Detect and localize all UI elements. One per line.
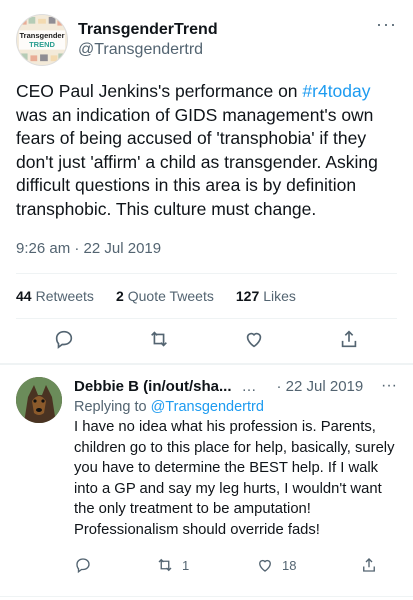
- quote-tweets-stat[interactable]: 2 Quote Tweets: [116, 288, 214, 304]
- logo-text-bottom: TREND: [29, 40, 55, 49]
- replying-to: Replying to @Transgendertrd: [74, 399, 397, 415]
- reply-date[interactable]: · 22 Jul 2019: [277, 377, 364, 397]
- retweets-label: Retweets: [35, 288, 94, 304]
- tweet-author[interactable]: Transgender TREND TransgenderTrend @Tran…: [16, 12, 397, 68]
- reply-text: I have no idea what his profession is. P…: [74, 419, 395, 538]
- reply-like-button[interactable]: 18: [256, 556, 360, 574]
- reply-like-count: 18: [282, 557, 297, 573]
- hashtag-link[interactable]: #r4today: [302, 81, 370, 101]
- tweet-text-end: was an indication of GIDS management's o…: [16, 104, 378, 219]
- tweet-text-start: CEO Paul Jenkins's performance on: [16, 81, 303, 101]
- dog-photo-icon: [16, 377, 62, 423]
- reply-name-truncation: …: [241, 378, 257, 395]
- avatar[interactable]: Transgender TREND: [16, 14, 68, 66]
- tweet-text: CEO Paul Jenkins's performance on #r4tod…: [16, 80, 397, 221]
- replying-handle-link[interactable]: @Transgendertrd: [151, 399, 264, 415]
- reply-icon[interactable]: [52, 327, 76, 351]
- reply-share-button[interactable]: [360, 556, 378, 574]
- logo-text-top: Transgender: [19, 31, 65, 40]
- likes-stat[interactable]: 127 Likes: [236, 288, 296, 304]
- likes-count: 127: [235, 288, 260, 304]
- quote-tweets-label: Quote Tweets: [127, 288, 214, 304]
- reply-tweet: Debbie B (in/out/sha... … · 22 Jul 2019 …: [0, 365, 413, 584]
- tweet-actions: [0, 319, 413, 363]
- retweet-icon[interactable]: [147, 327, 171, 351]
- replying-prefix: Replying to: [74, 399, 151, 415]
- share-icon: [363, 558, 375, 572]
- reply-more-options-icon[interactable]: ···: [381, 377, 397, 395]
- reply-comment-button[interactable]: [74, 556, 156, 574]
- reply-actions: 1 18: [74, 540, 397, 584]
- share-icon[interactable]: [337, 327, 361, 351]
- main-tweet: Transgender TREND TransgenderTrend @Tran…: [0, 0, 413, 273]
- retweets-count: 44: [16, 288, 32, 304]
- reply-retweet-count: 1: [182, 557, 190, 573]
- more-options-icon[interactable]: ···: [376, 14, 397, 35]
- retweet-icon: [158, 558, 172, 572]
- like-icon: [259, 559, 271, 572]
- divider: [0, 596, 413, 597]
- tweet-timestamp[interactable]: 9:26 am · 22 Jul 2019: [16, 239, 397, 259]
- reply-retweet-button[interactable]: 1: [156, 556, 256, 574]
- author-handle[interactable]: @Transgendertrd: [78, 40, 218, 60]
- like-icon[interactable]: [242, 327, 266, 351]
- reply-author-name[interactable]: Debbie B (in/out/sha...: [74, 377, 232, 397]
- reply-avatar[interactable]: [16, 377, 62, 423]
- retweets-stat[interactable]: 44 Retweets: [16, 288, 94, 304]
- author-display-name[interactable]: TransgenderTrend: [78, 20, 218, 40]
- quote-tweets-count: 2: [115, 288, 124, 304]
- likes-label: Likes: [263, 288, 296, 304]
- reply-icon: [76, 558, 90, 574]
- engagement-stats: 44 Retweets 2 Quote Tweets 127 Likes: [0, 274, 413, 318]
